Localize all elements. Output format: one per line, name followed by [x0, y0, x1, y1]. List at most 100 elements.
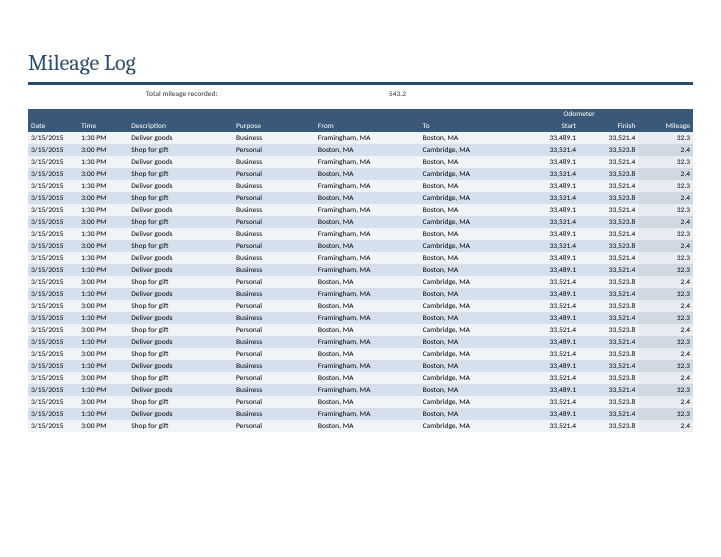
cell-mileage: 32.3: [638, 264, 693, 276]
cell-purpose: Business: [233, 336, 315, 348]
table-row: 3/15/20153:00 PMShop for giftPersonalBos…: [28, 144, 693, 156]
cell-to: Boston, MA: [420, 204, 520, 216]
cell-time: 1:30 PM: [78, 408, 128, 420]
cell-description: Deliver goods: [128, 336, 233, 348]
cell-description: Deliver goods: [128, 288, 233, 300]
cell-finish: 33,523.8: [579, 276, 638, 288]
cell-mileage: 32.3: [638, 252, 693, 264]
cell-description: Shop for gift: [128, 168, 233, 180]
cell-finish: 33,521.4: [579, 204, 638, 216]
col-from: From: [315, 120, 420, 132]
cell-mileage: 32.3: [638, 156, 693, 168]
cell-to: Boston, MA: [420, 264, 520, 276]
cell-to: Cambridge, MA: [420, 396, 520, 408]
group-blank: [28, 109, 520, 120]
cell-mileage: 32.3: [638, 288, 693, 300]
col-finish: Finish: [579, 120, 638, 132]
cell-time: 3:00 PM: [78, 348, 128, 360]
table-row: 3/15/20151:30 PMDeliver goodsBusinessFra…: [28, 156, 693, 168]
cell-description: Deliver goods: [128, 408, 233, 420]
cell-to: Cambridge, MA: [420, 372, 520, 384]
table-row: 3/15/20151:30 PMDeliver goodsBusinessFra…: [28, 312, 693, 324]
cell-start: 33,489.1: [520, 204, 579, 216]
cell-start: 33,521.4: [520, 348, 579, 360]
cell-start: 33,521.4: [520, 396, 579, 408]
cell-to: Cambridge, MA: [420, 276, 520, 288]
cell-mileage: 32.3: [638, 312, 693, 324]
cell-mileage: 32.3: [638, 384, 693, 396]
cell-purpose: Personal: [233, 240, 315, 252]
cell-finish: 33,523.8: [579, 420, 638, 432]
cell-finish: 33,523.8: [579, 324, 638, 336]
cell-mileage: 2.4: [638, 324, 693, 336]
page-title: Mileage Log: [28, 50, 693, 76]
cell-date: 3/15/2015: [28, 360, 78, 372]
cell-finish: 33,521.4: [579, 312, 638, 324]
cell-finish: 33,521.4: [579, 384, 638, 396]
cell-purpose: Business: [233, 228, 315, 240]
cell-finish: 33,521.4: [579, 156, 638, 168]
cell-finish: 33,523.8: [579, 144, 638, 156]
table-row: 3/15/20151:30 PMDeliver goodsBusinessFra…: [28, 408, 693, 420]
cell-purpose: Personal: [233, 396, 315, 408]
cell-time: 3:00 PM: [78, 396, 128, 408]
table-row: 3/15/20153:00 PMShop for giftPersonalBos…: [28, 420, 693, 432]
cell-from: Boston, MA: [315, 420, 420, 432]
cell-date: 3/15/2015: [28, 192, 78, 204]
cell-finish: 33,523.8: [579, 372, 638, 384]
cell-time: 3:00 PM: [78, 420, 128, 432]
cell-start: 33,489.1: [520, 156, 579, 168]
cell-time: 3:00 PM: [78, 372, 128, 384]
cell-mileage: 2.4: [638, 168, 693, 180]
cell-to: Cambridge, MA: [420, 144, 520, 156]
cell-from: Framingham, MA: [315, 204, 420, 216]
cell-description: Deliver goods: [128, 204, 233, 216]
cell-from: Framingham, MA: [315, 384, 420, 396]
cell-date: 3/15/2015: [28, 144, 78, 156]
cell-time: 1:30 PM: [78, 360, 128, 372]
table-row: 3/15/20153:00 PMShop for giftPersonalBos…: [28, 240, 693, 252]
cell-description: Deliver goods: [128, 132, 233, 144]
cell-purpose: Personal: [233, 168, 315, 180]
cell-from: Framingham, MA: [315, 312, 420, 324]
cell-time: 1:30 PM: [78, 264, 128, 276]
cell-time: 3:00 PM: [78, 324, 128, 336]
cell-mileage: 2.4: [638, 420, 693, 432]
table-row: 3/15/20153:00 PMShop for giftPersonalBos…: [28, 216, 693, 228]
cell-to: Boston, MA: [420, 360, 520, 372]
cell-from: Framingham, MA: [315, 360, 420, 372]
cell-date: 3/15/2015: [28, 420, 78, 432]
cell-finish: 33,521.4: [579, 132, 638, 144]
cell-to: Boston, MA: [420, 408, 520, 420]
cell-from: Framingham, MA: [315, 288, 420, 300]
table-row: 3/15/20153:00 PMShop for giftPersonalBos…: [28, 168, 693, 180]
cell-time: 1:30 PM: [78, 132, 128, 144]
cell-mileage: 2.4: [638, 216, 693, 228]
cell-to: Cambridge, MA: [420, 300, 520, 312]
table-row: 3/15/20151:30 PMDeliver goodsBusinessFra…: [28, 132, 693, 144]
col-purpose: Purpose: [233, 120, 315, 132]
cell-purpose: Business: [233, 264, 315, 276]
table-row: 3/15/20151:30 PMDeliver goodsBusinessFra…: [28, 264, 693, 276]
cell-description: Shop for gift: [128, 396, 233, 408]
cell-date: 3/15/2015: [28, 300, 78, 312]
table-row: 3/15/20151:30 PMDeliver goodsBusinessFra…: [28, 204, 693, 216]
cell-purpose: Business: [233, 312, 315, 324]
cell-finish: 33,523.8: [579, 300, 638, 312]
table-row: 3/15/20153:00 PMShop for giftPersonalBos…: [28, 372, 693, 384]
cell-description: Shop for gift: [128, 420, 233, 432]
cell-mileage: 2.4: [638, 348, 693, 360]
cell-time: 1:30 PM: [78, 204, 128, 216]
cell-purpose: Personal: [233, 324, 315, 336]
cell-from: Boston, MA: [315, 216, 420, 228]
cell-date: 3/15/2015: [28, 408, 78, 420]
cell-description: Shop for gift: [128, 348, 233, 360]
cell-start: 33,521.4: [520, 420, 579, 432]
table-header: Date Time Description Purpose From To St…: [28, 120, 693, 132]
cell-start: 33,521.4: [520, 168, 579, 180]
cell-start: 33,521.4: [520, 324, 579, 336]
cell-finish: 33,521.4: [579, 252, 638, 264]
cell-mileage: 2.4: [638, 240, 693, 252]
cell-from: Boston, MA: [315, 324, 420, 336]
cell-purpose: Personal: [233, 372, 315, 384]
